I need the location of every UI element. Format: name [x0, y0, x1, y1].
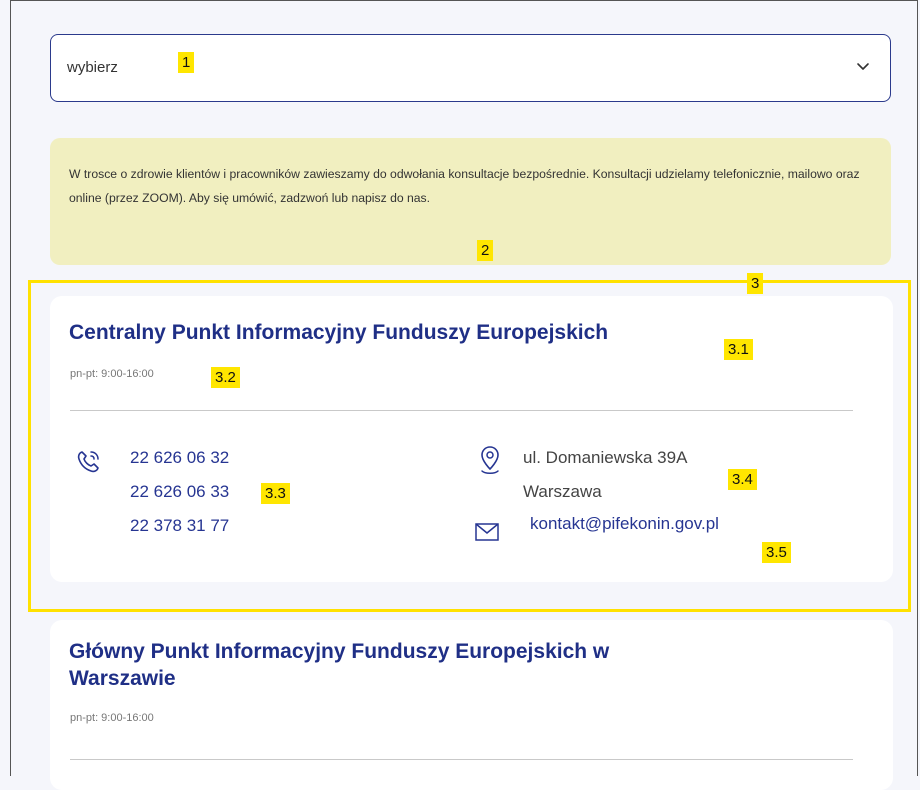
notice-text: W trosce o zdrowie klientów i pracownikó… — [69, 167, 860, 205]
phone-link-3[interactable]: 22 378 31 77 — [130, 516, 229, 536]
office-hours: pn-pt: 9:00-16:00 — [70, 712, 154, 724]
covid-notice: W trosce o zdrowie klientów i pracownikó… — [50, 138, 891, 265]
address-street: ul. Domaniewska 39A — [523, 448, 688, 467]
annotation-label-3-2: 3.2 — [211, 367, 240, 388]
location-select[interactable]: wybierz — [50, 34, 891, 102]
phone-icon — [77, 451, 99, 473]
card-divider — [70, 410, 853, 411]
office-hours: pn-pt: 9:00-16:00 — [70, 368, 154, 380]
chevron-down-icon — [857, 63, 869, 70]
annotation-label-3-1: 3.1 — [724, 339, 753, 360]
phone-link-1[interactable]: 22 626 06 32 — [130, 448, 229, 468]
office-title-line-1: Główny Punkt Informacyjny Funduszy Europ… — [69, 640, 610, 663]
annotation-label-3: 3 — [747, 273, 764, 294]
select-value: wybierz — [67, 59, 118, 76]
annotation-label-3-4: 3.4 — [728, 469, 757, 490]
annotation-label-3-3: 3.3 — [261, 483, 290, 504]
office-card: Główny Punkt Informacyjny Funduszy Europ… — [50, 620, 893, 790]
location-pin-icon — [481, 446, 499, 474]
phone-link-2[interactable]: 22 626 06 33 — [130, 482, 229, 502]
office-title-line-2: Warszawie — [69, 667, 176, 690]
office-card: Centralny Punkt Informacyjny Funduszy Eu… — [50, 296, 893, 582]
annotation-label-2: 2 — [477, 240, 494, 261]
annotation-label-1: 1 — [178, 52, 195, 73]
annotation-label-3-5: 3.5 — [762, 542, 791, 563]
address-city: Warszawa — [523, 482, 602, 501]
card-divider — [70, 759, 853, 760]
envelope-icon — [475, 523, 499, 541]
email-link[interactable]: kontakt@pifekonin.gov.pl — [530, 514, 719, 534]
office-title: Centralny Punkt Informacyjny Funduszy Eu… — [69, 321, 609, 344]
